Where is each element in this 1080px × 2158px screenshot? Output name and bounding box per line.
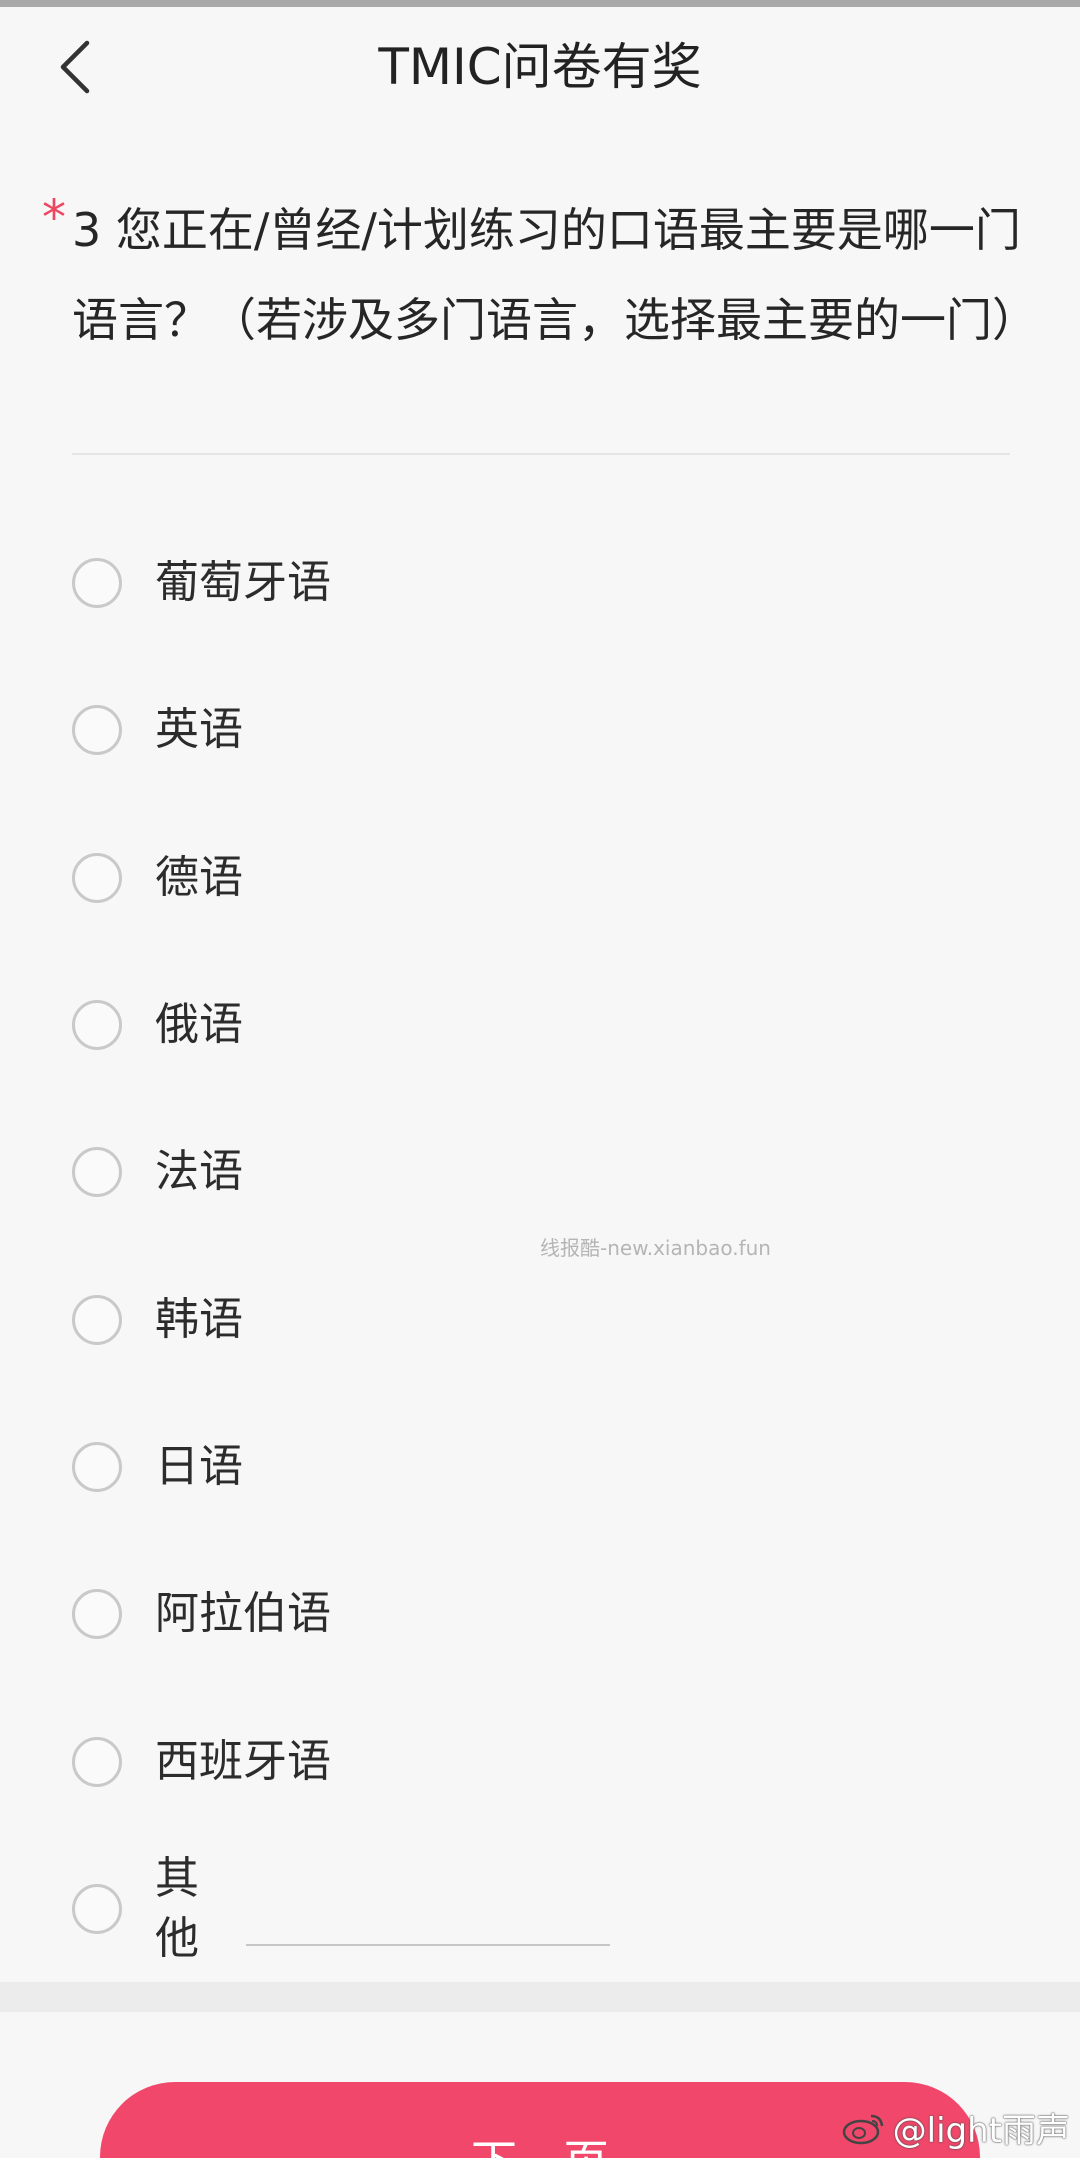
option-label: 葡萄牙语: [155, 557, 331, 608]
radio-button[interactable]: [72, 1737, 122, 1787]
radio-button[interactable]: [72, 1295, 122, 1345]
question-divider: [72, 453, 1010, 455]
footer: 下一页 @light雨声: [0, 2012, 1080, 2158]
option-arabic[interactable]: 阿拉伯语: [72, 1574, 772, 1654]
option-english[interactable]: 英语: [72, 690, 772, 770]
option-label: 阿拉伯语: [155, 1588, 331, 1639]
radio-button[interactable]: [72, 705, 122, 755]
watermark-text: 线报酷-new.xianbao.fun: [540, 1236, 771, 1260]
option-label: 德语: [155, 852, 243, 903]
option-korean[interactable]: 韩语: [72, 1280, 772, 1360]
status-bar-strip: [0, 0, 1080, 7]
other-language-input[interactable]: [246, 1886, 610, 1946]
radio-button[interactable]: [72, 853, 122, 903]
option-label: 韩语: [155, 1294, 243, 1345]
footer-divider: [0, 1982, 1080, 2012]
question-text: 3 您正在/曾经/计划练习的口语最主要是哪一门语言？（若涉及多门语言，选择最主要…: [72, 203, 1038, 347]
required-marker: *: [42, 190, 66, 246]
navigation-bar: TMIC问卷有奖: [0, 7, 1080, 127]
radio-button[interactable]: [72, 1442, 122, 1492]
option-label: 西班牙语: [155, 1736, 331, 1787]
page-title: TMIC问卷有奖: [378, 38, 702, 96]
corner-watermark: @light雨声: [841, 2103, 1070, 2152]
option-label: 法语: [155, 1146, 243, 1197]
radio-button[interactable]: [72, 1000, 122, 1050]
option-portuguese[interactable]: 葡萄牙语: [72, 543, 772, 623]
option-label: 其他: [155, 1853, 199, 1964]
radio-button[interactable]: [72, 1884, 122, 1934]
option-other[interactable]: 其他: [72, 1853, 242, 1964]
radio-button[interactable]: [72, 558, 122, 608]
option-russian[interactable]: 俄语: [72, 985, 772, 1065]
option-label: 日语: [155, 1441, 243, 1492]
option-spanish[interactable]: 西班牙语: [72, 1722, 772, 1802]
weibo-icon: [842, 2114, 883, 2144]
radio-button[interactable]: [72, 1147, 122, 1197]
option-label: 英语: [155, 704, 243, 755]
option-label: 俄语: [155, 999, 243, 1050]
radio-button[interactable]: [72, 1589, 122, 1639]
corner-watermark-text: @light雨声: [892, 2111, 1070, 2151]
option-french[interactable]: 法语: [72, 1132, 772, 1212]
option-japanese[interactable]: 日语: [72, 1427, 772, 1507]
option-german[interactable]: 德语: [72, 838, 772, 918]
